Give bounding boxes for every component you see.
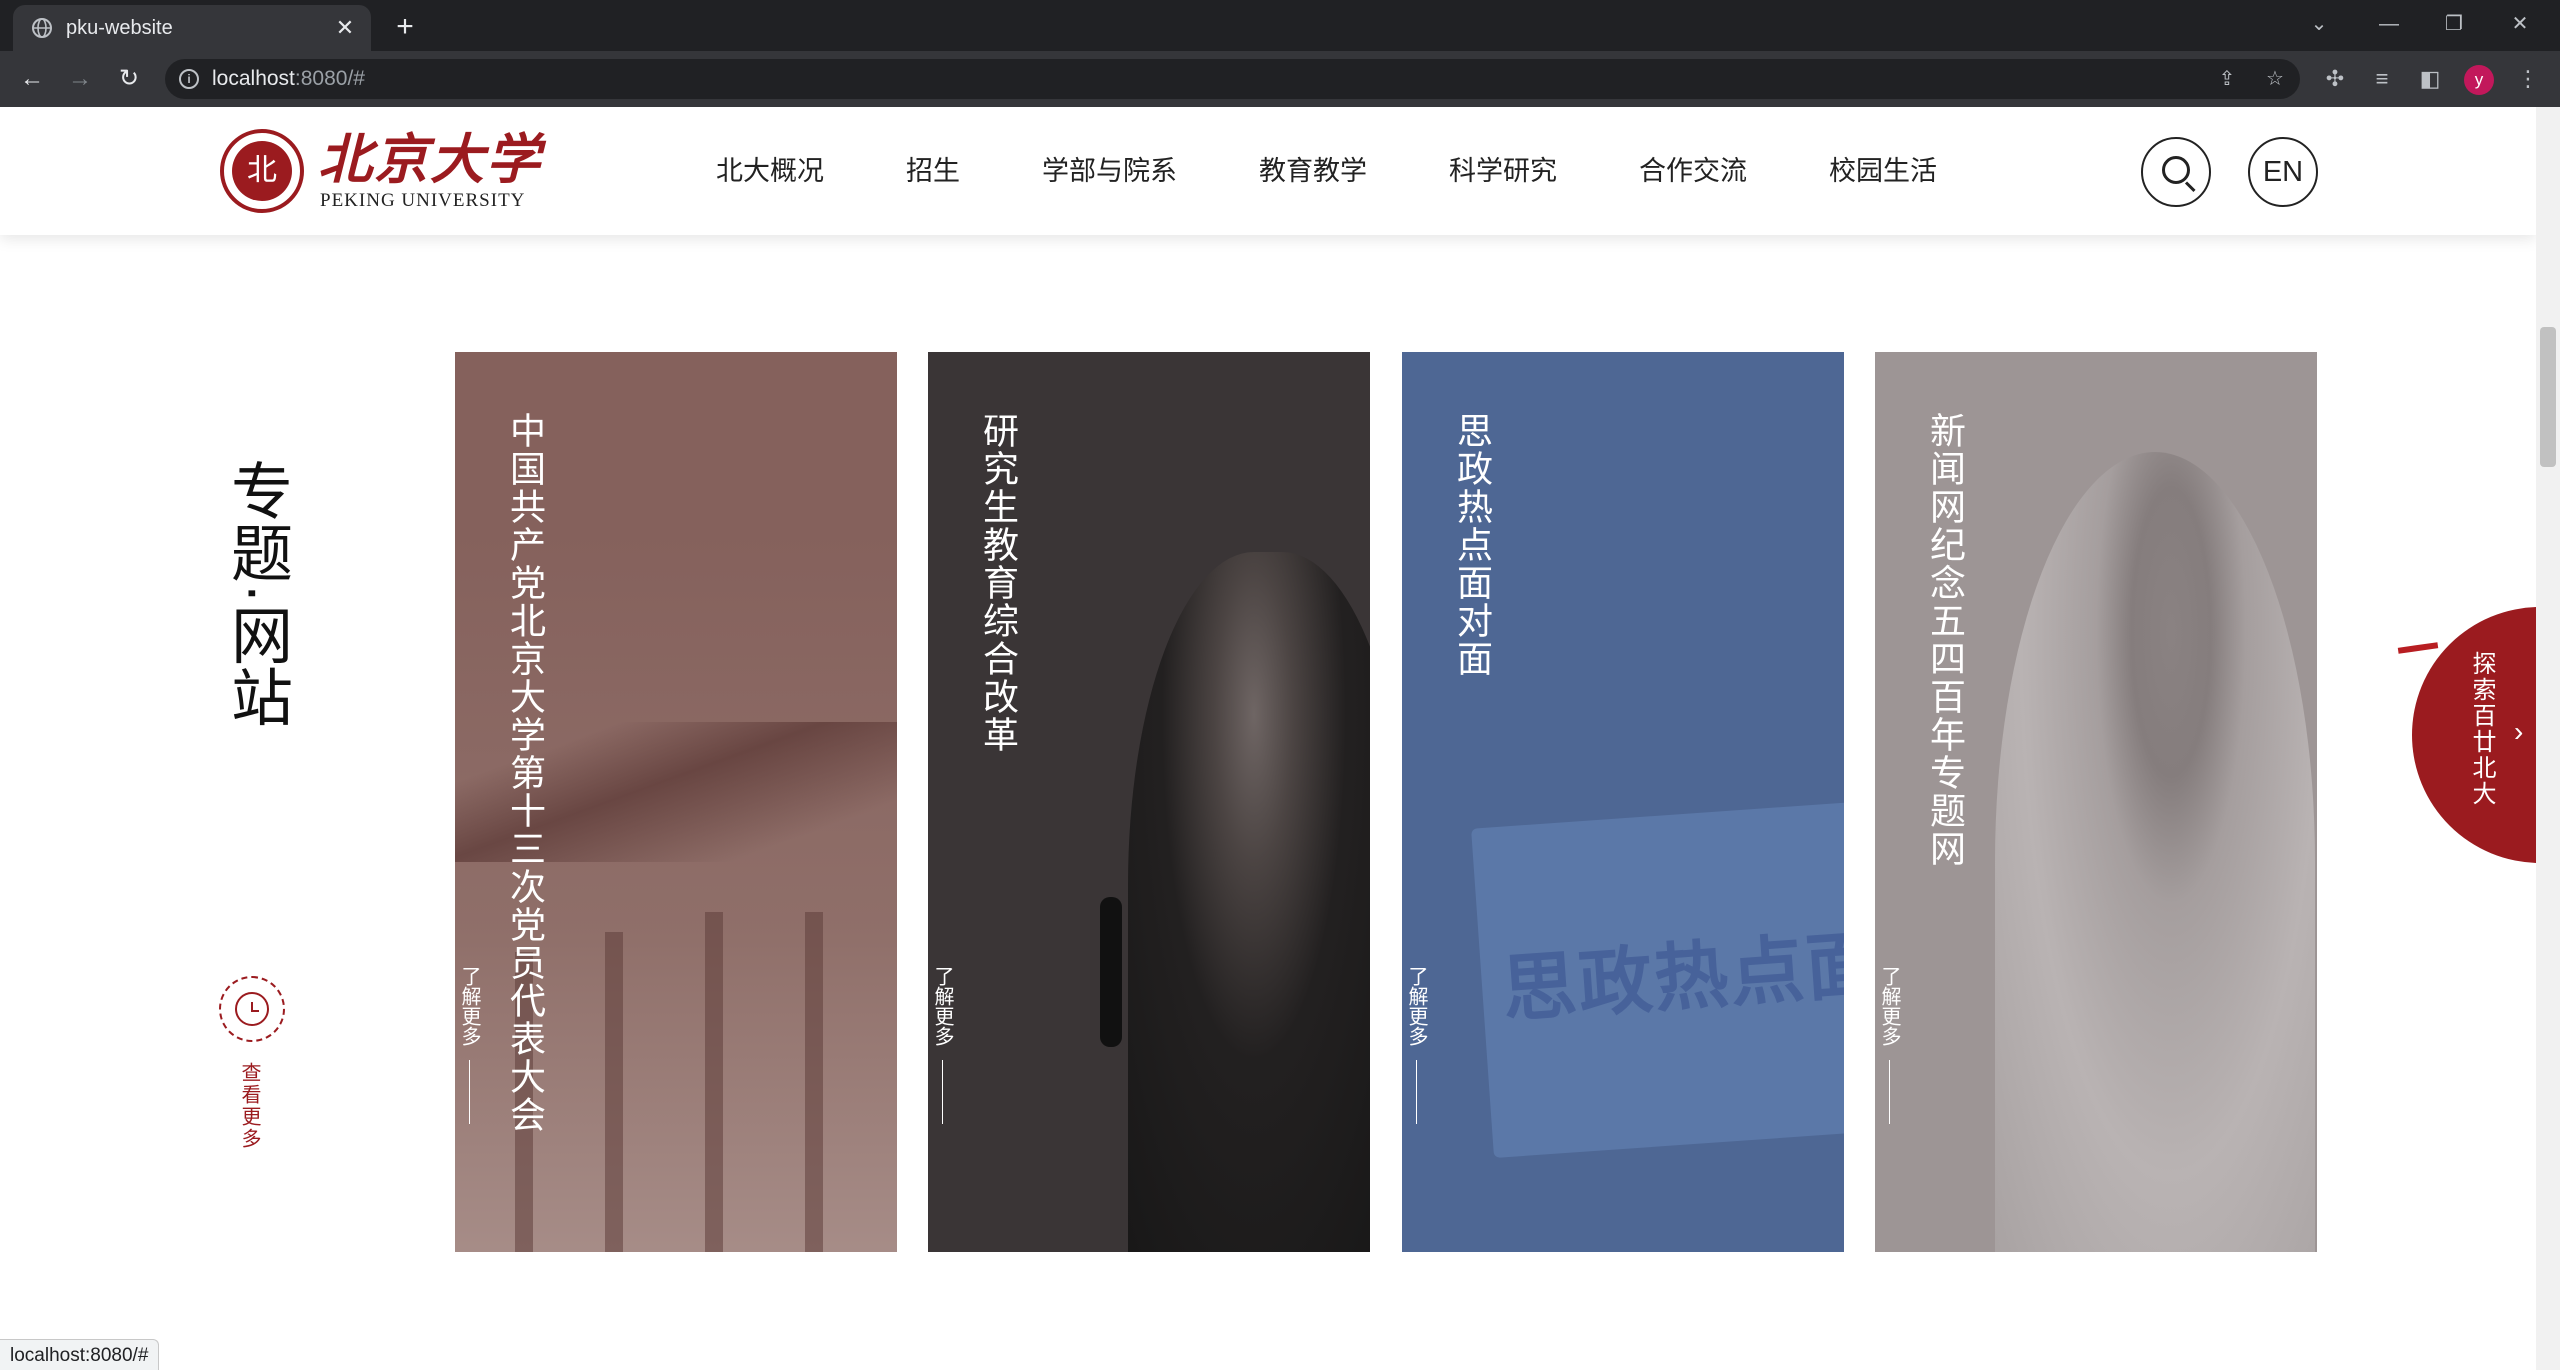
url-text[interactable]: localhost:8080/# (212, 68, 365, 90)
section-title: 专题·网站 (221, 459, 290, 728)
chevron-right-icon: › (2514, 716, 2524, 747)
speaker-photo (1128, 552, 1370, 1252)
minimize-button[interactable]: — (2369, 8, 2409, 40)
nav-item-education[interactable]: 教育教学 (1259, 151, 1367, 191)
browser-tab[interactable]: pku-website ✕ (13, 5, 371, 51)
site-header: 北 北京大学 PEKING UNIVERSITY 北大概况 招生 学部与院系 教… (0, 107, 2536, 235)
forward-button[interactable]: → (64, 63, 96, 95)
nav-item-admissions[interactable]: 招生 (906, 151, 960, 191)
microphone-image (1100, 897, 1122, 1047)
learn-more-link[interactable]: 了解更多 (1878, 966, 1900, 1046)
learn-more-link[interactable]: 了解更多 (458, 966, 480, 1046)
globe-icon (32, 18, 52, 38)
learn-more-divider (1416, 1060, 1417, 1124)
language-button[interactable]: EN (2248, 137, 2318, 207)
bookmark-star-icon[interactable]: ☆ (2262, 66, 2288, 92)
tab-search-icon[interactable]: ⌄ (2299, 8, 2339, 40)
reload-button[interactable]: ↻ (113, 63, 145, 95)
back-button[interactable]: ← (16, 63, 48, 95)
card-title: 思政热点面对面 (1452, 412, 1493, 678)
topic-card-party-congress[interactable]: 中国共产党北京大学第十三次党员代表大会 了解更多 (455, 352, 897, 1252)
status-url-bubble: localhost:8080/# (0, 1339, 160, 1370)
tab-title: pku-website (66, 17, 173, 39)
nav-item-research[interactable]: 科学研究 (1449, 151, 1557, 191)
explore-pku-badge[interactable]: 探索百廿北大 › (2397, 607, 2536, 863)
scrollbar-thumb[interactable] (2540, 327, 2556, 467)
clock-icon (235, 992, 269, 1026)
card-title: 研究生教育综合改革 (978, 412, 1019, 754)
browser-toolbar: ← → ↻ i localhost:8080/# ⇪ ☆ ✣ ≡ ◧ y ⋮ (0, 51, 2560, 107)
menu-kebab-icon[interactable]: ⋮ (2512, 63, 2544, 95)
learn-more-link[interactable]: 了解更多 (931, 966, 953, 1046)
brush-stroke-decoration (2397, 642, 2439, 654)
badge-label: 探索百廿北大 (2468, 651, 2495, 807)
page-viewport: 北 北京大学 PEKING UNIVERSITY 北大概况 招生 学部与院系 教… (0, 107, 2536, 1370)
main-nav: 北大概况 招生 学部与院系 教育教学 科学研究 合作交流 校园生活 (716, 151, 2019, 191)
nav-item-campus-life[interactable]: 校园生活 (1829, 151, 1937, 191)
learn-more-divider (942, 1060, 943, 1124)
new-tab-button[interactable]: + (388, 10, 422, 44)
learn-more-link[interactable]: 了解更多 (1405, 966, 1427, 1046)
view-more-button[interactable] (219, 976, 285, 1042)
topic-card-may-fourth[interactable]: 新闻网纪念五四百年专题网 了解更多 (1875, 352, 2317, 1252)
restore-button[interactable]: ❐ (2434, 8, 2474, 40)
topic-card-graduate-reform[interactable]: 研究生教育综合改革 了解更多 (928, 352, 1370, 1252)
card-title: 中国共产党北京大学第十三次党员代表大会 (505, 412, 546, 1134)
card-title: 新闻网纪念五四百年专题网 (1925, 412, 1966, 868)
extensions-icon[interactable]: ✣ (2319, 63, 2351, 95)
view-more-label[interactable]: 查看更多 (238, 1062, 260, 1150)
nav-item-cooperation[interactable]: 合作交流 (1639, 151, 1747, 191)
close-tab-icon[interactable]: ✕ (331, 14, 359, 42)
reading-list-icon[interactable]: ≡ (2366, 63, 2398, 95)
search-icon (2162, 156, 2190, 184)
close-window-button[interactable]: ✕ (2500, 8, 2540, 40)
nav-item-overview[interactable]: 北大概况 (716, 151, 824, 191)
learn-more-divider (1889, 1060, 1890, 1124)
browser-tab-strip: pku-website ✕ + ⌄ — ❐ ✕ (0, 0, 2560, 51)
search-button[interactable] (2141, 137, 2211, 207)
share-icon[interactable]: ⇪ (2214, 66, 2240, 92)
seal-emblem-icon: 北 (232, 141, 292, 201)
topic-card-ideology-hotspots[interactable]: 思政热点面对面 思政热点面对面 了解更多 (1402, 352, 1844, 1252)
nav-item-schools[interactable]: 学部与院系 (1042, 151, 1177, 191)
site-info-icon[interactable]: i (179, 69, 199, 89)
pku-seal-logo[interactable]: 北 (220, 129, 304, 213)
profile-avatar[interactable]: y (2464, 65, 2494, 95)
logo-english-name[interactable]: PEKING UNIVERSITY (320, 191, 525, 211)
portrait-photo (1995, 452, 2315, 1252)
side-panel-icon[interactable]: ◧ (2414, 63, 2446, 95)
address-bar[interactable]: i localhost:8080/# ⇪ ☆ (165, 59, 2300, 99)
page-scrollbar[interactable] (2536, 107, 2560, 1370)
learn-more-divider (469, 1060, 470, 1124)
logo-chinese-name[interactable]: 北京大学 (318, 129, 542, 189)
